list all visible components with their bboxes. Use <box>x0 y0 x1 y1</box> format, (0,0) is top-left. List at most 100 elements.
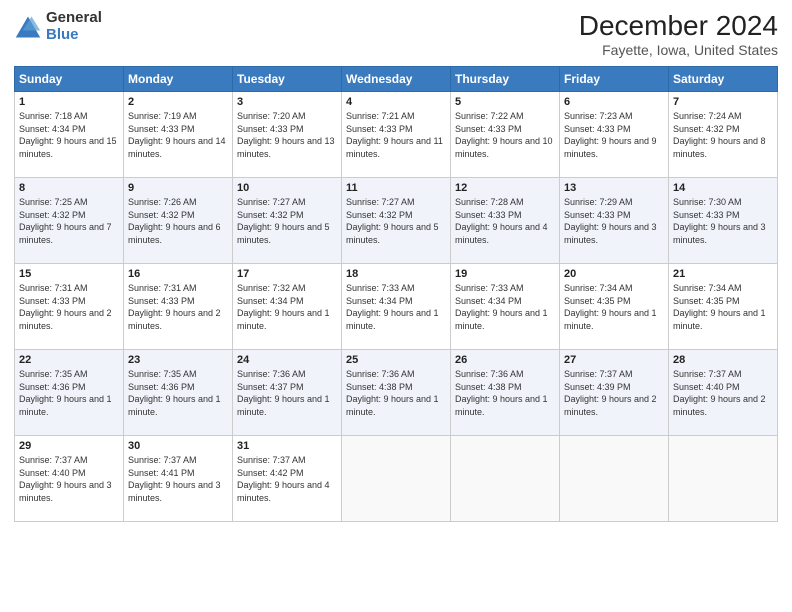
logo-blue: Blue <box>46 27 102 44</box>
cell-info: Sunrise: 7:26 AMSunset: 4:32 PMDaylight:… <box>128 197 221 245</box>
day-number: 29 <box>19 440 119 452</box>
calendar-cell: 14 Sunrise: 7:30 AMSunset: 4:33 PMDayligh… <box>669 178 778 264</box>
cell-info: Sunrise: 7:24 AMSunset: 4:32 PMDaylight:… <box>673 111 766 159</box>
day-number: 26 <box>455 354 555 366</box>
day-number: 10 <box>237 182 337 194</box>
calendar-cell: 26 Sunrise: 7:36 AMSunset: 4:38 PMDayligh… <box>451 350 560 436</box>
calendar-cell: 19 Sunrise: 7:33 AMSunset: 4:34 PMDayligh… <box>451 264 560 350</box>
calendar-table: SundayMondayTuesdayWednesdayThursdayFrid… <box>14 66 778 522</box>
calendar-cell: 7Sunrise: 7:24 AMSunset: 4:32 PMDaylight… <box>669 92 778 178</box>
weekday-header-friday: Friday <box>560 67 669 92</box>
day-number: 8 <box>19 182 119 194</box>
day-number: 15 <box>19 268 119 280</box>
day-number: 28 <box>673 354 773 366</box>
header: General Blue December 2024 Fayette, Iowa… <box>14 10 778 58</box>
cell-info: Sunrise: 7:19 AMSunset: 4:33 PMDaylight:… <box>128 111 226 159</box>
page: General Blue December 2024 Fayette, Iowa… <box>0 0 792 612</box>
cell-info: Sunrise: 7:37 AMSunset: 4:39 PMDaylight:… <box>564 369 657 417</box>
day-number: 11 <box>346 182 446 194</box>
weekday-header-sunday: Sunday <box>15 67 124 92</box>
title-block: December 2024 Fayette, Iowa, United Stat… <box>579 10 778 58</box>
calendar-cell: 29 Sunrise: 7:37 AMSunset: 4:40 PMDayligh… <box>15 436 124 522</box>
weekday-header-row: SundayMondayTuesdayWednesdayThursdayFrid… <box>15 67 778 92</box>
main-title: December 2024 <box>579 10 778 42</box>
calendar-cell: 1 Sunrise: 7:18 AMSunset: 4:34 PMDaylight… <box>15 92 124 178</box>
cell-info: Sunrise: 7:33 AMSunset: 4:34 PMDaylight:… <box>346 283 439 331</box>
logo-icon <box>14 13 42 41</box>
calendar-body: 1 Sunrise: 7:18 AMSunset: 4:34 PMDaylight… <box>15 92 778 522</box>
calendar-cell: 2 Sunrise: 7:19 AMSunset: 4:33 PMDaylight… <box>124 92 233 178</box>
day-number: 2 <box>128 96 228 108</box>
subtitle: Fayette, Iowa, United States <box>579 42 778 58</box>
cell-info: Sunrise: 7:20 AMSunset: 4:33 PMDaylight:… <box>237 111 335 159</box>
calendar-cell: 21Sunrise: 7:34 AMSunset: 4:35 PMDayligh… <box>669 264 778 350</box>
calendar-cell: 6 Sunrise: 7:23 AMSunset: 4:33 PMDaylight… <box>560 92 669 178</box>
cell-info: Sunrise: 7:35 AMSunset: 4:36 PMDaylight:… <box>19 369 112 417</box>
cell-info: Sunrise: 7:36 AMSunset: 4:38 PMDaylight:… <box>455 369 548 417</box>
logo: General Blue <box>14 10 102 43</box>
cell-info: Sunrise: 7:31 AMSunset: 4:33 PMDaylight:… <box>128 283 221 331</box>
calendar-week-2: 8 Sunrise: 7:25 AMSunset: 4:32 PMDaylight… <box>15 178 778 264</box>
day-number: 4 <box>346 96 446 108</box>
day-number: 20 <box>564 268 664 280</box>
calendar-cell <box>669 436 778 522</box>
day-number: 6 <box>564 96 664 108</box>
weekday-header-tuesday: Tuesday <box>233 67 342 92</box>
cell-info: Sunrise: 7:25 AMSunset: 4:32 PMDaylight:… <box>19 197 112 245</box>
cell-info: Sunrise: 7:32 AMSunset: 4:34 PMDaylight:… <box>237 283 330 331</box>
day-number: 19 <box>455 268 555 280</box>
cell-info: Sunrise: 7:37 AMSunset: 4:40 PMDaylight:… <box>673 369 766 417</box>
day-number: 17 <box>237 268 337 280</box>
cell-info: Sunrise: 7:27 AMSunset: 4:32 PMDaylight:… <box>237 197 330 245</box>
cell-info: Sunrise: 7:28 AMSunset: 4:33 PMDaylight:… <box>455 197 548 245</box>
weekday-header-monday: Monday <box>124 67 233 92</box>
day-number: 18 <box>346 268 446 280</box>
weekday-header-saturday: Saturday <box>669 67 778 92</box>
calendar-cell <box>560 436 669 522</box>
calendar-cell: 31 Sunrise: 7:37 AMSunset: 4:42 PMDayligh… <box>233 436 342 522</box>
calendar-cell <box>342 436 451 522</box>
calendar-header: SundayMondayTuesdayWednesdayThursdayFrid… <box>15 67 778 92</box>
calendar-cell: 9 Sunrise: 7:26 AMSunset: 4:32 PMDaylight… <box>124 178 233 264</box>
day-number: 14 <box>673 182 773 194</box>
calendar-cell: 8 Sunrise: 7:25 AMSunset: 4:32 PMDaylight… <box>15 178 124 264</box>
calendar-week-1: 1 Sunrise: 7:18 AMSunset: 4:34 PMDaylight… <box>15 92 778 178</box>
logo-general: General <box>46 10 102 27</box>
cell-info: Sunrise: 7:33 AMSunset: 4:34 PMDaylight:… <box>455 283 548 331</box>
cell-info: Sunrise: 7:37 AMSunset: 4:40 PMDaylight:… <box>19 455 112 503</box>
calendar-cell: 25Sunrise: 7:36 AMSunset: 4:38 PMDayligh… <box>342 350 451 436</box>
calendar-cell: 28 Sunrise: 7:37 AMSunset: 4:40 PMDayligh… <box>669 350 778 436</box>
calendar-cell <box>451 436 560 522</box>
day-number: 9 <box>128 182 228 194</box>
day-number: 12 <box>455 182 555 194</box>
cell-info: Sunrise: 7:37 AMSunset: 4:42 PMDaylight:… <box>237 455 330 503</box>
cell-info: Sunrise: 7:30 AMSunset: 4:33 PMDaylight:… <box>673 197 766 245</box>
day-number: 30 <box>128 440 228 452</box>
calendar-cell: 11 Sunrise: 7:27 AMSunset: 4:32 PMDayligh… <box>342 178 451 264</box>
calendar-cell: 4Sunrise: 7:21 AMSunset: 4:33 PMDaylight… <box>342 92 451 178</box>
calendar-week-3: 15 Sunrise: 7:31 AMSunset: 4:33 PMDayligh… <box>15 264 778 350</box>
weekday-header-thursday: Thursday <box>451 67 560 92</box>
calendar-week-4: 22Sunrise: 7:35 AMSunset: 4:36 PMDayligh… <box>15 350 778 436</box>
day-number: 27 <box>564 354 664 366</box>
calendar-cell: 20Sunrise: 7:34 AMSunset: 4:35 PMDayligh… <box>560 264 669 350</box>
day-number: 25 <box>346 354 446 366</box>
cell-info: Sunrise: 7:23 AMSunset: 4:33 PMDaylight:… <box>564 111 657 159</box>
cell-info: Sunrise: 7:37 AMSunset: 4:41 PMDaylight:… <box>128 455 221 503</box>
calendar-cell: 12 Sunrise: 7:28 AMSunset: 4:33 PMDayligh… <box>451 178 560 264</box>
calendar-cell: 17 Sunrise: 7:32 AMSunset: 4:34 PMDayligh… <box>233 264 342 350</box>
logo-text: General Blue <box>46 10 102 43</box>
day-number: 31 <box>237 440 337 452</box>
calendar-cell: 16Sunrise: 7:31 AMSunset: 4:33 PMDayligh… <box>124 264 233 350</box>
calendar-cell: 18 Sunrise: 7:33 AMSunset: 4:34 PMDayligh… <box>342 264 451 350</box>
calendar-cell: 15 Sunrise: 7:31 AMSunset: 4:33 PMDayligh… <box>15 264 124 350</box>
cell-info: Sunrise: 7:29 AMSunset: 4:33 PMDaylight:… <box>564 197 657 245</box>
cell-info: Sunrise: 7:18 AMSunset: 4:34 PMDaylight:… <box>19 111 117 159</box>
calendar-cell: 30 Sunrise: 7:37 AMSunset: 4:41 PMDayligh… <box>124 436 233 522</box>
day-number: 23 <box>128 354 228 366</box>
day-number: 1 <box>19 96 119 108</box>
calendar-cell: 27 Sunrise: 7:37 AMSunset: 4:39 PMDayligh… <box>560 350 669 436</box>
cell-info: Sunrise: 7:27 AMSunset: 4:32 PMDaylight:… <box>346 197 439 245</box>
day-number: 3 <box>237 96 337 108</box>
cell-info: Sunrise: 7:31 AMSunset: 4:33 PMDaylight:… <box>19 283 112 331</box>
